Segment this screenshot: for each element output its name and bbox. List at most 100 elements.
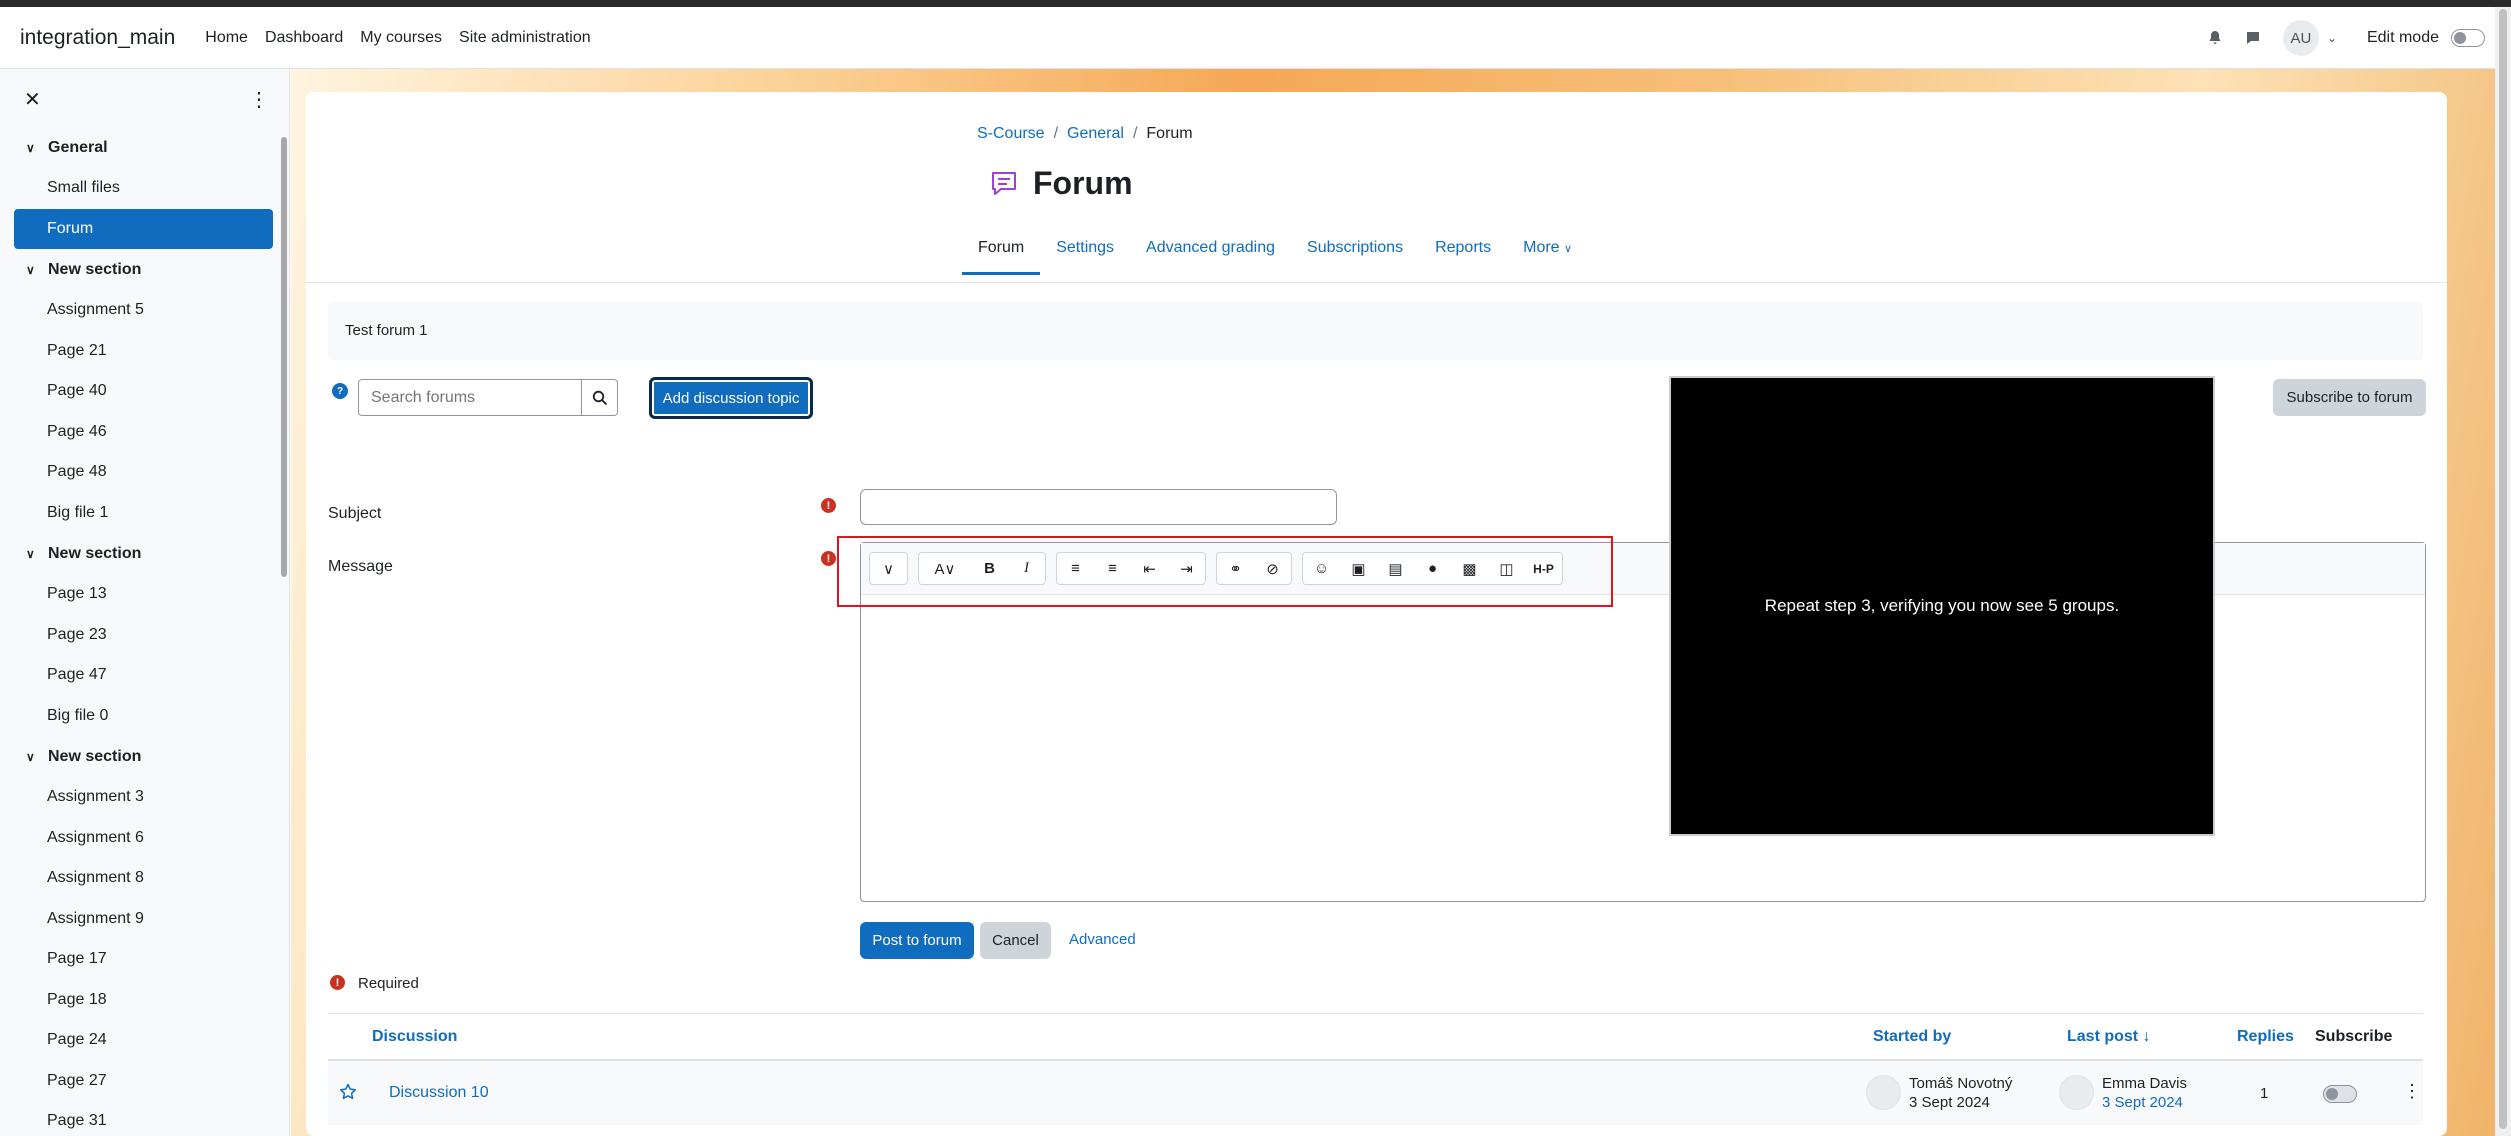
course-index-item[interactable]: Page 48 bbox=[0, 452, 289, 493]
course-index-item[interactable]: Page 27 bbox=[0, 1061, 289, 1102]
help-icon[interactable]: ? bbox=[332, 383, 348, 399]
advanced-link[interactable]: Advanced bbox=[1069, 931, 1136, 948]
page-scrollbar-thumb[interactable] bbox=[2499, 9, 2507, 1129]
discussion-link[interactable]: Discussion 10 bbox=[389, 1084, 489, 1102]
last-post-cell: Emma Davis 3 Sept 2024 bbox=[2102, 1074, 2187, 1112]
add-discussion-topic-button[interactable]: Add discussion topic bbox=[649, 377, 813, 419]
user-avatar[interactable]: AU bbox=[2282, 20, 2319, 56]
kebab-menu-icon[interactable]: ⋮ bbox=[2403, 1081, 2421, 1102]
required-icon: ! bbox=[330, 975, 345, 990]
chevron-down-icon[interactable]: ∨ bbox=[26, 141, 38, 155]
section-new-1[interactable]: ∨ New section bbox=[0, 249, 289, 290]
tab-more[interactable]: More ∨ bbox=[1507, 228, 1588, 275]
section-general[interactable]: ∨ General bbox=[0, 127, 289, 168]
breadcrumb-course[interactable]: S-Course bbox=[977, 125, 1045, 143]
section-title: New section bbox=[48, 747, 142, 765]
forum-intro: Test forum 1 bbox=[328, 302, 2423, 360]
course-index-item[interactable]: Assignment 3 bbox=[0, 777, 289, 818]
nav-dashboard[interactable]: Dashboard bbox=[265, 29, 343, 47]
top-navbar: integration_main Home Dashboard My cours… bbox=[0, 7, 2495, 69]
course-index-item[interactable]: Page 23 bbox=[0, 615, 289, 656]
tab-more-label: More bbox=[1523, 239, 1560, 256]
cancel-button[interactable]: Cancel bbox=[980, 922, 1051, 959]
last-post-label: Last post bbox=[2067, 1028, 2139, 1045]
course-index-item[interactable]: Page 18 bbox=[0, 980, 289, 1021]
video-overlay-text: Repeat step 3, verifying you now see 5 g… bbox=[1764, 596, 2120, 615]
page-header: Forum bbox=[989, 165, 1133, 202]
search-icon bbox=[592, 390, 607, 405]
edit-mode-toggle[interactable] bbox=[2451, 29, 2485, 47]
kebab-menu-icon[interactable]: ⋮ bbox=[249, 87, 269, 112]
tab-forum[interactable]: Forum bbox=[962, 228, 1041, 275]
tab-settings[interactable]: Settings bbox=[1040, 228, 1130, 275]
section-new-3[interactable]: ∨ New section bbox=[0, 736, 289, 777]
chevron-down-icon: ∨ bbox=[1564, 243, 1573, 255]
post-to-forum-button[interactable]: Post to forum bbox=[860, 922, 974, 959]
course-index-item[interactable]: Assignment 6 bbox=[0, 818, 289, 859]
course-index-item[interactable]: Page 47 bbox=[0, 655, 289, 696]
chevron-down-icon[interactable]: ∨ bbox=[26, 750, 38, 764]
message-label: Message bbox=[328, 558, 393, 575]
chevron-down-icon[interactable]: ∨ bbox=[26, 547, 38, 561]
drawer-scrollbar[interactable] bbox=[281, 137, 287, 577]
sort-discussion[interactable]: Discussion bbox=[372, 1028, 457, 1046]
subscribe-to-forum-button[interactable]: Subscribe to forum bbox=[2273, 379, 2426, 416]
required-legend: Required bbox=[358, 975, 419, 992]
last-post-date[interactable]: 3 Sept 2024 bbox=[2102, 1093, 2187, 1112]
started-by-date: 3 Sept 2024 bbox=[1909, 1094, 1990, 1111]
subject-input[interactable] bbox=[860, 489, 1337, 525]
nav-site-administration[interactable]: Site administration bbox=[459, 29, 591, 47]
window-top-strip bbox=[0, 0, 2511, 7]
course-index-item[interactable]: Big file 0 bbox=[0, 696, 289, 737]
course-index-item[interactable]: Assignment 9 bbox=[0, 899, 289, 940]
course-index-item[interactable]: Page 31 bbox=[0, 1101, 289, 1136]
course-index-item-active[interactable]: Forum bbox=[14, 208, 273, 249]
course-index-item[interactable]: Page 40 bbox=[0, 371, 289, 412]
avatar[interactable] bbox=[2059, 1075, 2094, 1110]
tab-subscriptions[interactable]: Subscriptions bbox=[1291, 228, 1419, 275]
discussion-subscribe-toggle[interactable] bbox=[2323, 1085, 2357, 1103]
arrow-down-icon: ↓ bbox=[2142, 1028, 2151, 1045]
sort-last-post[interactable]: Last post ↓ bbox=[2067, 1028, 2151, 1046]
sort-replies[interactable]: Replies bbox=[2237, 1028, 2294, 1046]
tab-advanced-grading[interactable]: Advanced grading bbox=[1130, 228, 1291, 275]
chevron-down-icon[interactable]: ∨ bbox=[26, 263, 38, 277]
course-index-item[interactable]: Assignment 5 bbox=[0, 290, 289, 331]
section-title: New section bbox=[48, 544, 142, 562]
breadcrumb-section[interactable]: General bbox=[1067, 125, 1124, 143]
search-input[interactable] bbox=[358, 379, 582, 416]
section-new-2[interactable]: ∨ New section bbox=[0, 533, 289, 574]
close-icon[interactable]: ✕ bbox=[24, 87, 41, 112]
sort-started-by[interactable]: Started by bbox=[1873, 1028, 1951, 1046]
course-index-item[interactable]: Page 21 bbox=[0, 331, 289, 372]
page-scrollbar[interactable] bbox=[2495, 7, 2511, 1136]
section-title: General bbox=[48, 138, 108, 156]
subscribe-column-header: Subscribe bbox=[2315, 1028, 2393, 1045]
nav-home[interactable]: Home bbox=[205, 29, 248, 47]
avatar[interactable] bbox=[1866, 1075, 1901, 1110]
search-button[interactable] bbox=[582, 379, 618, 416]
site-brand[interactable]: integration_main bbox=[20, 26, 175, 50]
messages-icon[interactable] bbox=[2245, 29, 2263, 47]
tabs-divider bbox=[306, 282, 2447, 283]
tab-reports[interactable]: Reports bbox=[1419, 228, 1507, 275]
course-index-item[interactable]: Big file 1 bbox=[0, 493, 289, 534]
course-index-item[interactable]: Page 46 bbox=[0, 412, 289, 453]
breadcrumb-separator: / bbox=[1132, 125, 1138, 142]
chevron-down-icon[interactable]: ⌄ bbox=[2327, 31, 2337, 45]
started-by-cell: Tomáš Novotný 3 Sept 2024 bbox=[1909, 1074, 2012, 1112]
course-index-item[interactable]: Page 24 bbox=[0, 1020, 289, 1061]
section-title: New section bbox=[48, 260, 142, 278]
forum-icon bbox=[992, 171, 1016, 195]
replies-count[interactable]: 1 bbox=[2260, 1084, 2268, 1103]
course-index-item[interactable]: Assignment 8 bbox=[0, 858, 289, 899]
course-index-item[interactable]: Page 13 bbox=[0, 574, 289, 615]
course-index-item[interactable]: Small files bbox=[0, 168, 289, 209]
main-content: S-Course / General / Forum Forum Forum S… bbox=[306, 92, 2447, 1136]
star-icon[interactable] bbox=[339, 1083, 357, 1101]
search-forums bbox=[358, 379, 618, 416]
primary-navigation: Home Dashboard My courses Site administr… bbox=[205, 29, 607, 47]
course-index-item[interactable]: Page 17 bbox=[0, 939, 289, 980]
nav-my-courses[interactable]: My courses bbox=[360, 29, 442, 47]
bell-icon[interactable] bbox=[2207, 29, 2225, 47]
